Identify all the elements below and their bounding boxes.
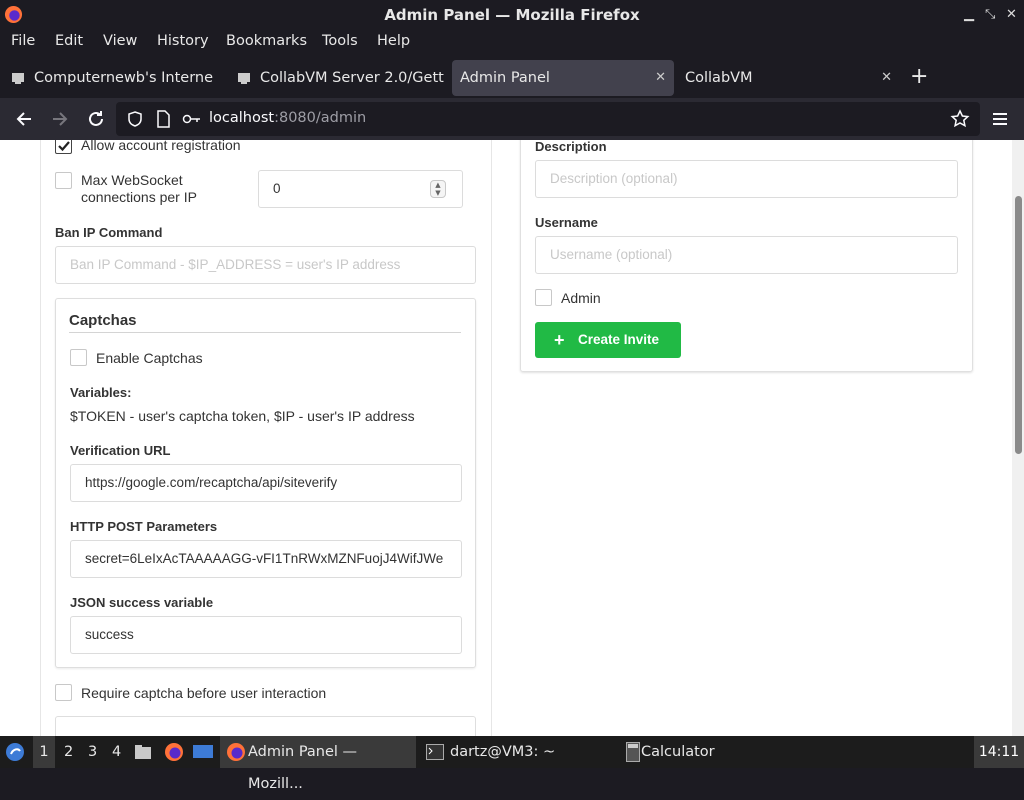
- address-bar[interactable]: localhost:8080/admin: [116, 102, 980, 136]
- menu-bookmarks[interactable]: Bookmarks: [226, 33, 307, 49]
- require-captcha-label: Require captcha before user interaction: [81, 685, 327, 701]
- task-label: Admin Panel — Mozill...: [248, 744, 358, 792]
- menu-file[interactable]: File: [11, 33, 35, 49]
- menu-history[interactable]: History: [157, 33, 209, 49]
- cvm-favicon-icon: [238, 73, 250, 84]
- url-text: localhost:8080/admin: [209, 110, 367, 126]
- admin-checkbox[interactable]: [535, 289, 552, 306]
- close-window-icon[interactable]: ✕: [1006, 0, 1017, 30]
- tab-bar: Computernewb's Interne CollabVM Server 2…: [0, 58, 1024, 98]
- verification-url-label: Verification URL: [70, 443, 171, 458]
- file-manager-icon[interactable]: [133, 742, 153, 762]
- tab-label: Admin Panel: [460, 70, 550, 86]
- description-label: Description: [535, 140, 607, 154]
- reload-icon[interactable]: [85, 108, 107, 130]
- json-success-label: JSON success variable: [70, 595, 214, 610]
- variables-label: Variables:: [70, 385, 132, 400]
- firefox-launcher-icon[interactable]: [164, 742, 184, 762]
- max-websocket-label-line2: connections per IP: [81, 189, 197, 205]
- workspace-1[interactable]: 1: [33, 736, 55, 768]
- task-label: Calculator: [641, 744, 715, 760]
- bookmark-star-icon[interactable]: [950, 109, 970, 129]
- hamburger-menu-icon[interactable]: [989, 108, 1011, 130]
- enable-captchas-checkbox[interactable]: [70, 349, 87, 366]
- restore-icon[interactable]: ⤡: [985, 0, 995, 30]
- task-label: dartz@VM3: ~: [450, 744, 556, 760]
- allow-registration-checkbox[interactable]: [55, 140, 72, 154]
- forward-icon[interactable]: [49, 108, 71, 130]
- checkmark-icon: [58, 141, 70, 152]
- page-viewport: Allow account registration Max WebSocket…: [0, 140, 1024, 736]
- http-post-label: HTTP POST Parameters: [70, 519, 218, 534]
- menu-tools[interactable]: Tools: [322, 33, 358, 49]
- create-invite-button[interactable]: + Create Invite: [535, 322, 681, 358]
- key-icon[interactable]: [182, 111, 202, 127]
- close-tab-icon[interactable]: ✕: [881, 60, 892, 96]
- minimize-icon[interactable]: ▁: [964, 0, 974, 30]
- menu-edit[interactable]: Edit: [55, 33, 83, 49]
- max-websocket-label-line1: Max WebSocket: [81, 172, 183, 188]
- verification-url-input[interactable]: https://google.com/recaptcha/api/sitever…: [70, 464, 462, 502]
- terminal-icon: [426, 744, 444, 760]
- description-input[interactable]: Description (optional): [535, 160, 958, 198]
- firefox-icon: [4, 5, 23, 24]
- username-input[interactable]: Username (optional): [535, 236, 958, 274]
- scrollbar-thumb[interactable]: [1015, 196, 1022, 454]
- cvm-favicon-icon: [12, 73, 24, 84]
- page-icon[interactable]: [155, 110, 171, 128]
- window-titlebar: Admin Panel — Mozilla Firefox ▁ ⤡ ✕: [0, 0, 1024, 30]
- start-menu-icon[interactable]: [5, 742, 25, 762]
- next-section: [55, 716, 476, 736]
- task-calculator[interactable]: Calculator: [620, 736, 816, 768]
- captchas-heading: Captchas: [69, 312, 137, 329]
- workspace-2[interactable]: 2: [64, 744, 73, 760]
- menu-bar: File Edit View History Bookmarks Tools H…: [0, 30, 1024, 56]
- require-captcha-checkbox[interactable]: [55, 684, 72, 701]
- enable-captchas-label: Enable Captchas: [96, 350, 203, 366]
- tab-collabvm-server[interactable]: CollabVM Server 2.0/Gett: [232, 60, 454, 96]
- desktop-icon[interactable]: [192, 742, 214, 762]
- task-firefox[interactable]: Admin Panel — Mozill...: [220, 736, 416, 792]
- tab-label: CollabVM Server 2.0/Gett: [260, 70, 444, 86]
- menu-help[interactable]: Help: [377, 33, 410, 49]
- ban-ip-label: Ban IP Command: [55, 225, 163, 240]
- max-websocket-checkbox[interactable]: [55, 172, 72, 189]
- workspace-4[interactable]: 4: [112, 744, 121, 760]
- plus-icon: +: [554, 330, 565, 350]
- allow-registration-label: Allow account registration: [81, 140, 241, 153]
- close-tab-icon[interactable]: ✕: [655, 60, 666, 96]
- json-success-input[interactable]: success: [70, 616, 462, 654]
- menu-view[interactable]: View: [103, 33, 137, 49]
- workspace-3[interactable]: 3: [88, 744, 97, 760]
- firefox-icon: [227, 743, 245, 761]
- shield-icon[interactable]: [126, 110, 144, 128]
- ban-ip-input[interactable]: Ban IP Command - $IP_ADDRESS = user's IP…: [55, 246, 476, 284]
- tab-computernewb[interactable]: Computernewb's Interne: [6, 60, 226, 96]
- admin-label: Admin: [561, 290, 601, 306]
- back-icon[interactable]: [13, 108, 35, 130]
- tab-admin-panel[interactable]: Admin Panel ✕: [452, 60, 674, 96]
- tab-collabvm[interactable]: CollabVM ✕: [678, 60, 900, 96]
- page-scrollbar[interactable]: [1012, 140, 1024, 736]
- tab-label: CollabVM: [685, 70, 753, 86]
- window-title: Admin Panel — Mozilla Firefox: [384, 6, 640, 24]
- navigation-bar: localhost:8080/admin: [0, 98, 1024, 140]
- create-invite-label: Create Invite: [578, 332, 660, 347]
- calculator-icon: [626, 742, 640, 762]
- username-label: Username: [535, 215, 598, 230]
- http-post-input[interactable]: secret=6LeIxAcTAAAAAGG-vFI1TnRWxMZNFuojJ…: [70, 540, 462, 578]
- number-spinner-icon[interactable]: ▲ ▼: [430, 180, 446, 198]
- taskbar: 1 2 3 4 Admin Panel — Mozill... dartz@VM…: [0, 736, 1024, 792]
- captchas-divider: [69, 332, 461, 333]
- task-terminal[interactable]: dartz@VM3: ~: [420, 736, 616, 768]
- variables-text: $TOKEN - user's captcha token, $IP - use…: [70, 408, 415, 424]
- tab-label: Computernewb's Interne: [34, 70, 214, 86]
- new-tab-icon[interactable]: +: [910, 64, 928, 89]
- clock[interactable]: 14:11: [974, 736, 1024, 768]
